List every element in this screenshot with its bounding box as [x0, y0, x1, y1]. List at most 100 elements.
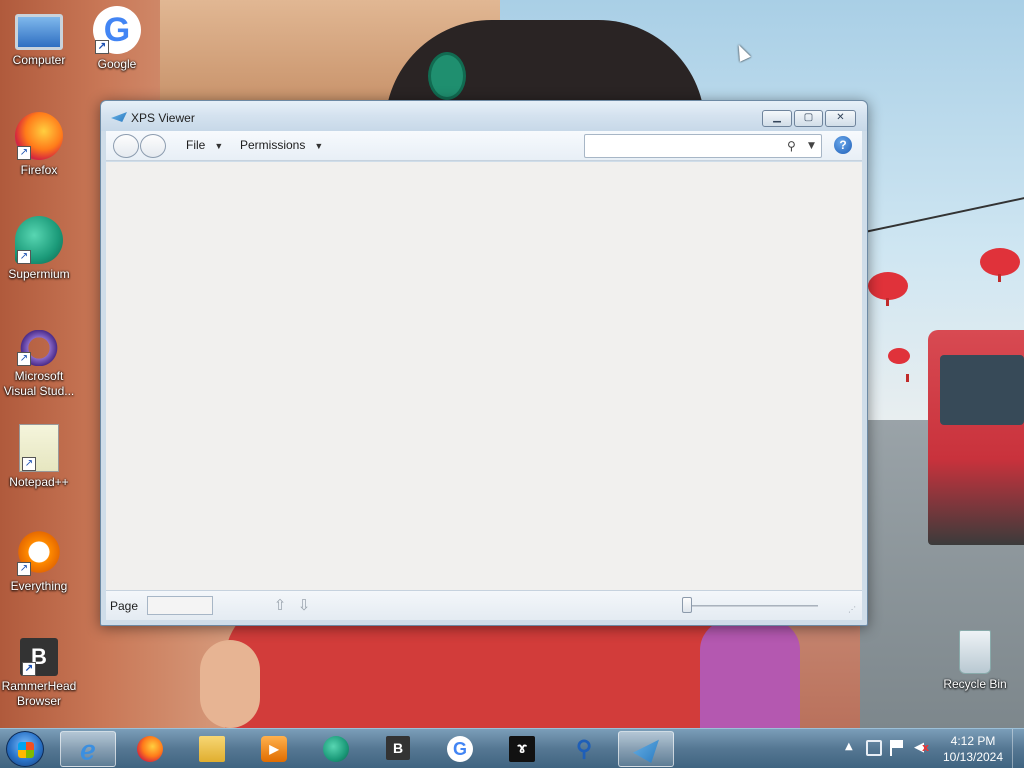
butterfly-app-icon: ɤ	[509, 736, 535, 762]
shortcut-arrow-icon: ↗	[17, 250, 31, 264]
google-icon: G	[447, 736, 473, 762]
file-menu-label: File	[186, 138, 206, 152]
desktop-icon-label: Microsoft Visual Stud...	[3, 369, 75, 398]
action-center-flag-icon[interactable]	[890, 740, 904, 756]
windows-logo-icon	[18, 742, 34, 758]
recycle-bin-icon	[959, 630, 991, 674]
folder-icon	[199, 736, 225, 762]
desktop-icon-google[interactable]: G ↗ Google	[78, 6, 156, 72]
help-icon[interactable]: ?	[834, 136, 852, 154]
window-title: XPS Viewer	[131, 111, 195, 125]
media-player-icon: ▶	[261, 736, 287, 762]
desktop-icon-label: Everything	[10, 579, 68, 593]
resize-grip-icon[interactable]: ⋰	[848, 605, 858, 615]
visual-studio-icon: ↗	[15, 330, 63, 366]
firefox-icon: ↗	[15, 112, 63, 160]
taskbar-file-explorer[interactable]	[184, 731, 240, 767]
rammerhead-icon: B	[386, 736, 410, 760]
show-desktop-button[interactable]	[1012, 729, 1024, 768]
everything-search-icon: ↗	[15, 528, 63, 576]
internet-explorer-icon: ℯ	[80, 735, 96, 765]
desktop-icon-firefox[interactable]: ↗ Firefox	[0, 112, 78, 178]
shortcut-arrow-icon: ↗	[17, 352, 31, 366]
status-bar: Page ⇧ ⇩ ⋰	[106, 590, 862, 620]
show-hidden-icons-arrow-icon[interactable]: ▲	[845, 741, 853, 768]
clock[interactable]: 4:12 PM 10/13/2024	[940, 733, 1006, 765]
xps-viewer-icon	[111, 112, 127, 122]
xps-viewer-icon	[633, 739, 659, 763]
desktop-icon-everything[interactable]: ↗ Everything	[0, 528, 78, 594]
clock-time: 4:12 PM	[950, 734, 996, 748]
toolbar: File ▼ Permissions ▼ ⚲ ▼ ?	[106, 131, 862, 161]
taskbar-media-player[interactable]: ▶	[246, 731, 302, 767]
computer-icon	[15, 14, 63, 50]
shortcut-arrow-icon: ↗	[17, 562, 31, 576]
next-page-arrow-icon[interactable]: ⇩	[296, 596, 312, 614]
desktop-icon-notepadpp[interactable]: ↗ Notepad++	[0, 424, 78, 490]
zoom-slider-thumb[interactable]	[682, 597, 692, 613]
wallpaper-streetcar-window	[940, 355, 1024, 425]
page-number-input[interactable]	[147, 596, 213, 615]
minimize-button[interactable]: ▁	[762, 110, 792, 127]
supermium-icon: ↗	[15, 216, 63, 264]
minimize-icon: ▁	[773, 112, 781, 123]
shortcut-arrow-icon: ↗	[22, 457, 36, 471]
permissions-menu[interactable]: Permissions ▼	[240, 138, 323, 152]
desktop-icon-label: Recycle Bin	[943, 677, 1007, 691]
wallpaper-character-hand	[200, 640, 260, 728]
desktop-icon-computer[interactable]: Computer	[0, 8, 78, 68]
chevron-down-icon: ▼	[214, 141, 224, 151]
firefox-icon	[137, 736, 163, 762]
taskbar-supermium[interactable]	[308, 731, 364, 767]
volume-muted-icon[interactable]: ◀x	[914, 740, 932, 756]
maximize-icon: ▢	[803, 112, 814, 123]
desktop-icon-label: Google	[97, 57, 137, 71]
desktop-icon-label: Firefox	[20, 163, 58, 177]
wallpaper-lantern	[888, 348, 910, 382]
taskbar: ℯ ▶ B G ɤ ⚲ ▲ ◀x 4:12 PM 10/13/2024	[0, 728, 1024, 768]
permissions-menu-label: Permissions	[240, 138, 306, 152]
start-button[interactable]	[6, 731, 44, 767]
close-button[interactable]: ✕	[825, 110, 856, 127]
search-icon[interactable]: ⚲	[787, 139, 801, 153]
taskbar-app[interactable]: ɤ	[494, 731, 550, 767]
search-icon: ⚲	[575, 736, 593, 761]
page-label: Page	[110, 599, 139, 613]
close-icon: ✕	[836, 112, 845, 123]
network-icon[interactable]	[866, 740, 882, 756]
taskbar-search[interactable]: ⚲	[556, 731, 612, 767]
file-menu[interactable]: File ▼	[186, 138, 223, 152]
desktop-icon-label: RammerHead Browser	[1, 679, 77, 708]
clock-date: 10/13/2024	[942, 750, 1004, 764]
taskbar-internet-explorer[interactable]: ℯ	[60, 731, 116, 767]
zoom-slider-track[interactable]	[684, 605, 818, 607]
taskbar-xps-viewer[interactable]	[618, 731, 674, 767]
xps-viewer-window[interactable]: XPS Viewer ▁ ▢ ✕ File ▼ Permissions ▼ ⚲ ▼ …	[100, 100, 868, 626]
search-input[interactable]	[588, 137, 783, 155]
shortcut-arrow-icon: ↗	[17, 146, 31, 160]
search-box[interactable]: ⚲ ▼	[584, 134, 822, 158]
wallpaper-character-bag	[700, 620, 800, 728]
desktop-icon-label: Supermium	[8, 267, 70, 281]
taskbar-firefox[interactable]	[122, 731, 178, 767]
desktop-icon-rammerhead[interactable]: B ↗ RammerHead Browser	[0, 630, 78, 709]
back-button[interactable]	[113, 134, 139, 158]
desktop-icon-label: Notepad++	[9, 475, 69, 489]
supermium-icon	[323, 736, 349, 762]
previous-page-arrow-icon[interactable]: ⇧	[272, 596, 288, 614]
title-bar[interactable]: XPS Viewer ▁ ▢ ✕	[101, 101, 867, 131]
shortcut-arrow-icon: ↗	[95, 40, 109, 54]
document-area[interactable]	[106, 162, 862, 590]
google-icon: G ↗	[93, 6, 141, 54]
taskbar-google[interactable]: G	[432, 731, 488, 767]
search-options-dropdown-icon[interactable]: ▼	[808, 140, 818, 152]
desktop-icon-recycle-bin[interactable]: Recycle Bin	[936, 630, 1014, 692]
wallpaper-lantern	[868, 272, 908, 306]
forward-button[interactable]	[140, 134, 166, 158]
desktop-icon-visual-studio[interactable]: ↗ Microsoft Visual Stud...	[0, 330, 78, 399]
taskbar-rammerhead[interactable]: B	[370, 731, 426, 767]
notepadpp-icon: ↗	[19, 424, 59, 472]
shortcut-arrow-icon: ↗	[22, 662, 36, 676]
maximize-button[interactable]: ▢	[794, 110, 823, 127]
desktop-icon-supermium[interactable]: ↗ Supermium	[0, 216, 78, 282]
